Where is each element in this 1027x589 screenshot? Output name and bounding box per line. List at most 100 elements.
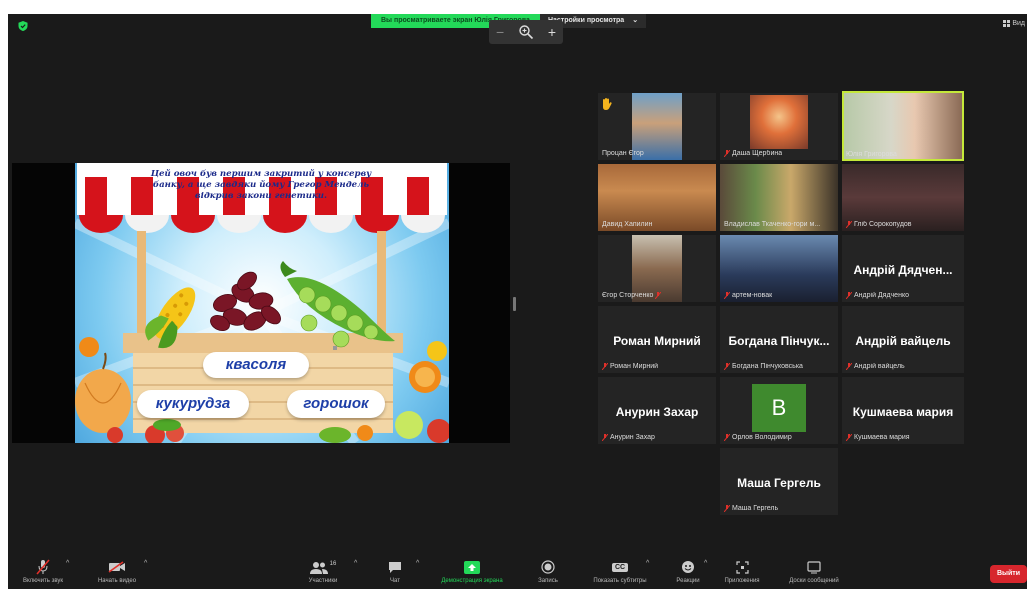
unmute-button[interactable]: Включить звук ^ (10, 559, 76, 584)
shared-screen[interactable]: Цей овоч був першим закритий у консерву … (12, 163, 510, 443)
zoom-magnifier-icon[interactable] (518, 24, 534, 40)
security-shield-icon[interactable] (17, 20, 29, 32)
participant-label: Маша Гергель (724, 505, 778, 512)
answer-option-goroshok[interactable]: горошок (287, 390, 385, 418)
participant-tile[interactable]: Процан Єгор (598, 93, 716, 160)
zoom-window: Вы просматриваете экран Юлія Григорова Н… (8, 14, 1027, 589)
start-video-button[interactable]: Начать видео ^ (84, 559, 150, 584)
participant-tile[interactable]: Даша Щербина (720, 93, 838, 160)
chat-options-caret[interactable]: ^ (416, 560, 419, 567)
muted-mic-icon (724, 434, 730, 441)
apps-label: Приложения (724, 578, 760, 584)
participant-video (844, 93, 962, 159)
participant-name: Орлов Володимир (732, 434, 792, 441)
muted-mic-icon (724, 292, 730, 299)
muted-mic-icon (724, 363, 730, 370)
participant-tile[interactable]: Маша Гергель Маша Гергель (720, 448, 838, 515)
reactions-options-caret[interactable]: ^ (704, 560, 707, 567)
participant-tile-active-speaker[interactable]: Юлія Григорова (842, 91, 964, 161)
answer-option-kukurudza[interactable]: кукурудза (137, 390, 249, 418)
view-button[interactable]: Вид (1003, 20, 1025, 27)
participant-label: Юлія Григорова (846, 151, 897, 158)
unmute-options-caret[interactable]: ^ (66, 560, 69, 567)
participant-tile[interactable]: артем-новак (720, 235, 838, 302)
participant-name: Богдана Пінчуковська (732, 363, 803, 370)
participant-name: Єгор Сторченко (602, 292, 654, 299)
start-video-label: Начать видео (97, 578, 137, 584)
splitter-handle[interactable] (513, 297, 516, 311)
mouse-cursor-icon (333, 346, 337, 350)
participants-button[interactable]: 16 Участники ^ (296, 559, 358, 584)
participant-name: Давид Хапилин (602, 221, 653, 228)
market-stall-illustration (75, 163, 449, 443)
muted-microphone-icon (36, 559, 50, 575)
muted-mic-icon (724, 505, 730, 512)
share-screen-label: Демонстрация экрана (441, 578, 503, 584)
chat-icon (389, 561, 401, 573)
muted-mic-icon (655, 292, 662, 299)
muted-mic-icon (846, 363, 852, 370)
apps-button[interactable]: Приложения (716, 559, 768, 584)
participant-tile[interactable]: Гліб Сорокопудов (842, 164, 964, 231)
participant-display-name: Маша Гергель (737, 476, 821, 490)
participant-name: Кушмаева мария (854, 434, 910, 441)
chevron-down-icon: ⌄ (632, 17, 639, 24)
participant-tile[interactable]: Роман Мирний Роман Мирний (598, 306, 716, 373)
chat-button[interactable]: Чат ^ (380, 559, 419, 584)
participant-tile[interactable]: Андрій вайцель Андрій вайцель (842, 306, 964, 373)
participants-count: 16 (329, 561, 337, 567)
participant-label: Андрій вайцель (846, 363, 905, 370)
participant-name: Андрій вайцель (854, 363, 905, 370)
participant-tile[interactable]: Богдана Пінчук... Богдана Пінчуковська (720, 306, 838, 373)
participant-tile[interactable]: Давид Хапилин (598, 164, 716, 231)
participants-label: Участники (308, 578, 338, 584)
share-screen-button[interactable]: Демонстрация экрана (432, 559, 512, 584)
participant-label: Кушмаева мария (846, 434, 910, 441)
whiteboard-icon (807, 560, 821, 573)
participant-label: Давид Хапилин (602, 221, 652, 228)
participant-label: Орлов Володимир (724, 434, 792, 441)
video-options-caret[interactable]: ^ (144, 560, 147, 567)
share-screen-icon (464, 560, 480, 574)
participant-video (750, 95, 808, 149)
zoom-control: − + (489, 20, 563, 44)
record-button[interactable]: Запись (530, 559, 566, 584)
participant-label: Владислав Ткаченко-гори м... (724, 221, 820, 228)
whiteboards-label: Доски сообщений (789, 578, 839, 584)
participant-label: Процан Єгор (602, 150, 644, 157)
participant-label: Єгор Сторченко (602, 292, 662, 299)
view-label: Вид (1012, 20, 1025, 27)
muted-mic-icon (846, 434, 852, 441)
participant-name: Гліб Сорокопудов (854, 221, 912, 228)
participant-display-name: Богдана Пінчук... (728, 334, 830, 348)
record-label: Запись (538, 578, 558, 584)
participant-tile[interactable]: Кушмаева мария Кушмаева мария (842, 377, 964, 444)
participant-tile[interactable]: Єгор Сторченко (598, 235, 716, 302)
participant-avatar: B (752, 384, 806, 432)
whiteboards-button[interactable]: Доски сообщений (776, 559, 852, 584)
captions-label: Показать субтитры (593, 578, 647, 584)
answer-option-kvasolia[interactable]: квасоля (203, 352, 309, 378)
participants-icon (309, 561, 328, 574)
quiz-slide: Цей овоч був першим закритий у консерву … (75, 163, 449, 443)
participant-tile[interactable]: Андрій Дядчен... Андрій Дядченко (842, 235, 964, 302)
participant-tile[interactable]: Владислав Ткаченко-гори м... (720, 164, 838, 231)
participant-label: Роман Мирний (602, 363, 658, 370)
chat-label: Чат (390, 578, 400, 584)
participant-tile[interactable]: Анурин Захар Анурин Захар (598, 377, 716, 444)
participant-name: Роман Мирний (610, 363, 659, 370)
participant-tile[interactable]: B Орлов Володимир (720, 377, 838, 444)
captions-button[interactable]: CC Показать субтитры ^ (578, 559, 662, 584)
participants-options-caret[interactable]: ^ (354, 560, 357, 567)
unmute-label: Включить звук (22, 578, 63, 584)
captions-options-caret[interactable]: ^ (646, 560, 649, 567)
reactions-button[interactable]: Реакции ^ (668, 559, 708, 584)
grid-view-icon (1003, 20, 1011, 27)
participant-display-name: Андрій Дядчен... (853, 263, 953, 277)
reactions-smiley-icon (682, 561, 694, 573)
leave-meeting-button[interactable]: Выйти (990, 565, 1027, 583)
zoom-out-button[interactable]: − (496, 24, 504, 40)
zoom-in-button[interactable]: + (548, 24, 556, 40)
raised-hand-icon (603, 98, 612, 110)
participant-name: Юлія Григорова (846, 151, 897, 158)
